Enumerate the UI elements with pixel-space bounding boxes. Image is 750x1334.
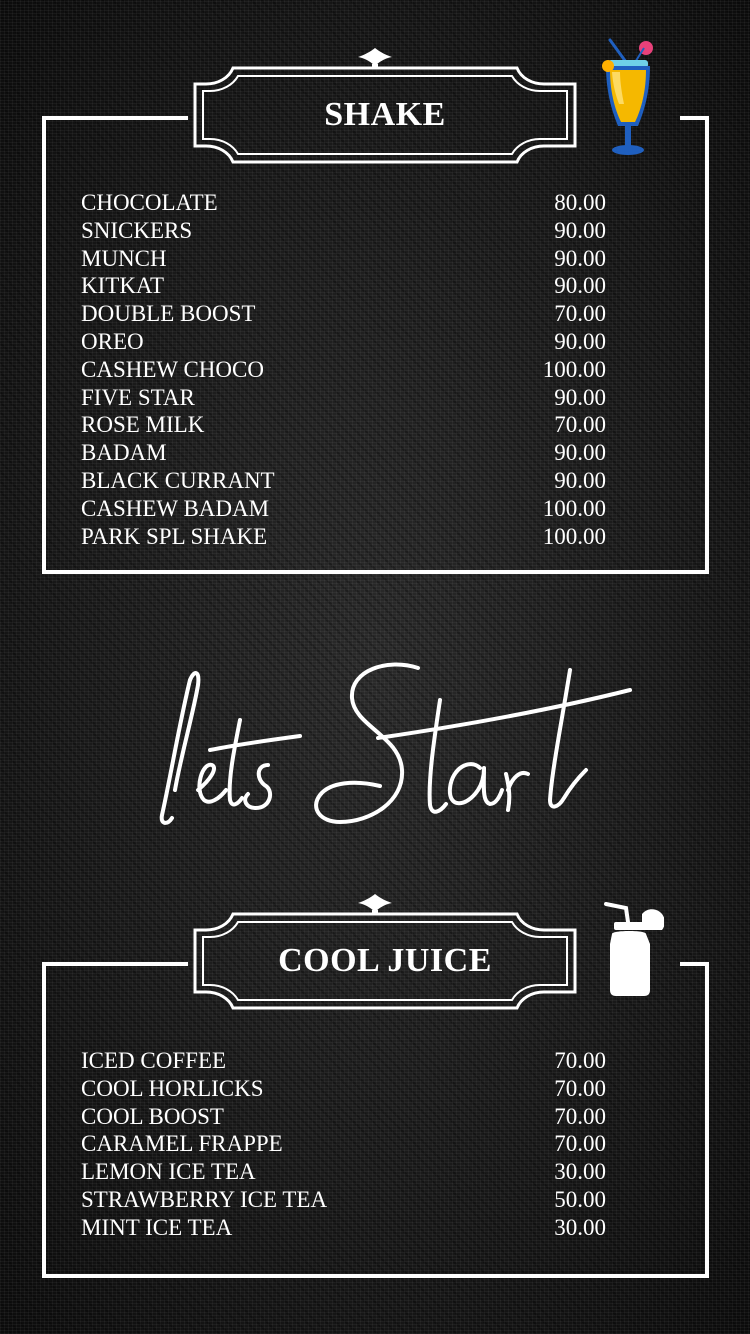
menu-item-price: 90.00 [554,273,606,299]
cool-juice-menu-list: ICED COFFEE 70.00 COOL HORLICKS 70.00 COOL B… [81,1047,606,1242]
menu-item-name: CASHEW CHOCO [81,356,264,382]
menu-item-name: CARAMEL FRAPPE [81,1131,283,1157]
lets-start-heading [159,662,632,825]
menu-item-name: COOL BOOST [81,1103,224,1129]
menu-item: FIVE STAR 90.00 [81,384,606,412]
menu-item: CASHEW CHOCO 100.00 [81,356,606,384]
menu-item-price: 70.00 [554,1103,606,1129]
menu-item-price: 90.00 [554,384,606,410]
menu-item-price: 90.00 [554,217,606,243]
menu-item-name: ICED COFFEE [81,1048,227,1073]
section-title-cool-juice: COOL JUICE [278,942,492,979]
menu-item-price: 90.00 [554,328,606,354]
menu-item: MUNCH 90.00 [81,245,606,273]
ornament-icon [358,48,392,67]
menu-item: COOL BOOST 70.00 [81,1103,606,1131]
menu-item: DOUBLE BOOST 70.00 [81,300,606,328]
juice-bottle-icon [604,902,664,996]
shake-menu-list: CHOCOLATE 80.00 SNICKERS 90.00 MUNCH 90.00 KIT… [81,189,606,550]
ornament-icon [358,894,392,913]
menu-item-name: FIVE STAR [81,384,195,410]
menu-item-name: DOUBLE BOOST [81,301,256,327]
menu-item: LEMON ICE TEA 30.00 [81,1158,606,1186]
menu-item-name: BADAM [81,440,167,466]
menu-item: BADAM 90.00 [81,439,606,467]
menu-item-name: SNICKERS [81,217,193,243]
menu-item-price: 70.00 [554,412,606,438]
menu-item-price: 30.00 [554,1159,606,1185]
menu-item: ICED COFFEE 70.00 [81,1047,606,1075]
menu-item-price: 70.00 [554,1048,606,1073]
menu-item-price: 90.00 [554,467,606,493]
menu-item-price: 80.00 [554,190,606,215]
menu-item: CHOCOLATE 80.00 [81,189,606,217]
section-title-shake: SHAKE [324,96,446,133]
menu-item-name: COOL HORLICKS [81,1075,264,1101]
menu-item-name: KITKAT [81,273,165,299]
menu-item: KITKAT 90.00 [81,272,606,300]
menu-item: CARAMEL FRAPPE 70.00 [81,1130,606,1158]
menu-item: STRAWBERRY ICE TEA 50.00 [81,1186,606,1214]
menu-item: PARK SPL SHAKE 100.00 [81,523,606,551]
menu-item-name: PARK SPL SHAKE [81,523,268,549]
menu-item-name: STRAWBERRY ICE TEA [81,1186,328,1212]
menu-item-price: 70.00 [554,1131,606,1157]
menu-item-price: 90.00 [554,245,606,271]
menu-item: ROSE MILK 70.00 [81,411,606,439]
menu-item-name: BLACK CURRANT [81,467,275,493]
menu-item-price: 50.00 [554,1186,606,1212]
menu-item: SNICKERS 90.00 [81,217,606,245]
menu-item-price: 70.00 [554,1075,606,1101]
menu-item-name: CHOCOLATE [81,190,218,215]
menu-item: BLACK CURRANT 90.00 [81,467,606,495]
menu-item: CASHEW BADAM 100.00 [81,495,606,523]
menu-item-name: CASHEW BADAM [81,495,270,521]
menu-item-name: OREO [81,328,144,354]
menu-item-name: ROSE MILK [81,412,205,438]
menu-item-price: 70.00 [554,301,606,327]
menu-item: COOL HORLICKS 70.00 [81,1075,606,1103]
menu-item-name: MINT ICE TEA [81,1214,233,1240]
menu-item-name: MUNCH [81,245,167,271]
menu-item-price: 90.00 [554,440,606,466]
cocktail-glass-icon [602,38,653,155]
menu-item: MINT ICE TEA 30.00 [81,1214,606,1242]
menu-item-price: 100.00 [542,356,606,382]
menu-item-name: LEMON ICE TEA [81,1159,256,1185]
menu-item-price: 100.00 [542,523,606,549]
menu-item: OREO 90.00 [81,328,606,356]
menu-item-price: 100.00 [542,495,606,521]
menu-item-price: 30.00 [554,1214,606,1240]
